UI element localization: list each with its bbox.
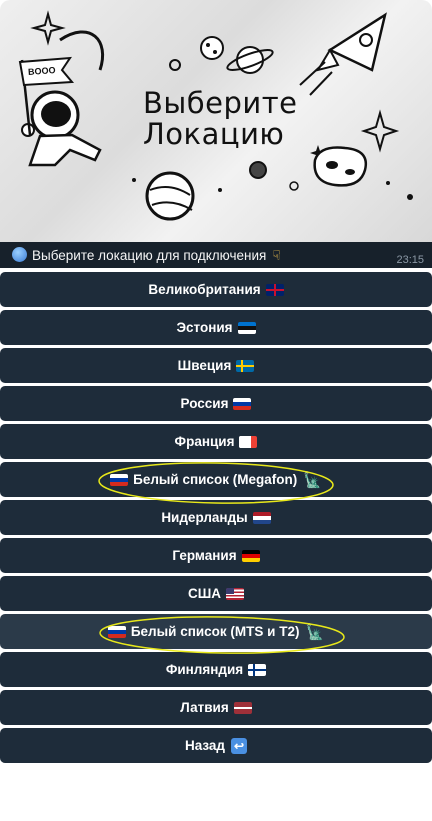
location-button-whitelist-megafon[interactable]: Белый список (Megafon) 🗽 bbox=[0, 462, 432, 497]
uk-flag-icon bbox=[265, 283, 284, 296]
location-button-ee[interactable]: Эстония bbox=[0, 310, 432, 345]
back-button[interactable]: Назад ↩ bbox=[0, 728, 432, 763]
latvia-flag-icon bbox=[233, 701, 252, 714]
planet-icon bbox=[145, 171, 195, 221]
finland-flag-icon bbox=[248, 663, 267, 676]
location-button-gb[interactable]: Великобритания bbox=[0, 272, 432, 307]
russia-flag-icon bbox=[107, 625, 126, 638]
banner-title: Выберите Локацию bbox=[143, 88, 298, 150]
button-label: Финляндия bbox=[165, 662, 244, 677]
button-label: Великобритания bbox=[148, 282, 261, 297]
location-button-fr[interactable]: Франция bbox=[0, 424, 432, 459]
location-button-se[interactable]: Швеция bbox=[0, 348, 432, 383]
germany-flag-icon bbox=[241, 549, 260, 562]
netherlands-flag-icon bbox=[252, 511, 271, 524]
button-label: Швеция bbox=[177, 358, 232, 373]
asteroid-icon bbox=[313, 146, 368, 187]
location-button-ru[interactable]: Россия bbox=[0, 386, 432, 421]
star-icon bbox=[30, 10, 66, 46]
button-label: Франция bbox=[174, 434, 235, 449]
message-text-row: Выберите локацию для подключения ☟ bbox=[12, 247, 281, 264]
russia-flag-icon bbox=[110, 473, 129, 486]
planet-icon bbox=[200, 36, 224, 60]
location-button-lv[interactable]: Латвия bbox=[0, 690, 432, 725]
message-caption: Выберите локацию для подключения ☟ 23:15 bbox=[0, 242, 432, 268]
estonia-flag-icon bbox=[237, 321, 256, 334]
button-label: Россия bbox=[180, 396, 229, 411]
location-button-us[interactable]: США bbox=[0, 576, 432, 611]
usa-flag-icon bbox=[226, 587, 245, 600]
banner-flag-text: BOOO bbox=[27, 65, 56, 77]
button-label: Германия bbox=[172, 548, 237, 563]
sweden-flag-icon bbox=[236, 359, 255, 372]
star-icon bbox=[360, 109, 400, 153]
france-flag-icon bbox=[239, 435, 258, 448]
location-button-whitelist-mts-t2[interactable]: Белый список (MTS и T2) 🗽 bbox=[0, 614, 432, 649]
button-label: Белый список (Megafon) bbox=[133, 472, 298, 487]
location-button-nl[interactable]: Нидерланды bbox=[0, 500, 432, 535]
location-button-fi[interactable]: Финляндия bbox=[0, 652, 432, 687]
statue-of-liberty-icon: 🗽 bbox=[303, 471, 322, 489]
inline-keyboard: Великобритания Эстония Швеция Россия Фра… bbox=[0, 272, 432, 766]
rocket-icon bbox=[299, 12, 387, 96]
message-time: 23:15 bbox=[396, 254, 424, 266]
pointing-down-hand-icon: ☟ bbox=[272, 248, 281, 263]
statue-of-liberty-icon: 🗽 bbox=[305, 623, 325, 641]
button-label: Эстония bbox=[176, 320, 233, 335]
button-label: Латвия bbox=[180, 700, 229, 715]
button-label: Белый список (MTS и T2) bbox=[130, 624, 300, 639]
banner-title-line1: Выберите bbox=[143, 86, 298, 120]
message-text: Выберите локацию для подключения bbox=[32, 248, 267, 263]
location-button-de[interactable]: Германия bbox=[0, 538, 432, 573]
button-label: Нидерланды bbox=[161, 510, 248, 525]
banner-image: BOOO Выберите Локацию bbox=[0, 0, 432, 242]
button-label: Назад bbox=[184, 738, 226, 753]
button-label: США bbox=[187, 586, 222, 601]
banner-title-line2: Локацию bbox=[143, 117, 285, 151]
russia-flag-icon bbox=[233, 397, 252, 410]
back-arrow-icon: ↩ bbox=[231, 737, 248, 754]
globe-icon bbox=[12, 247, 27, 262]
